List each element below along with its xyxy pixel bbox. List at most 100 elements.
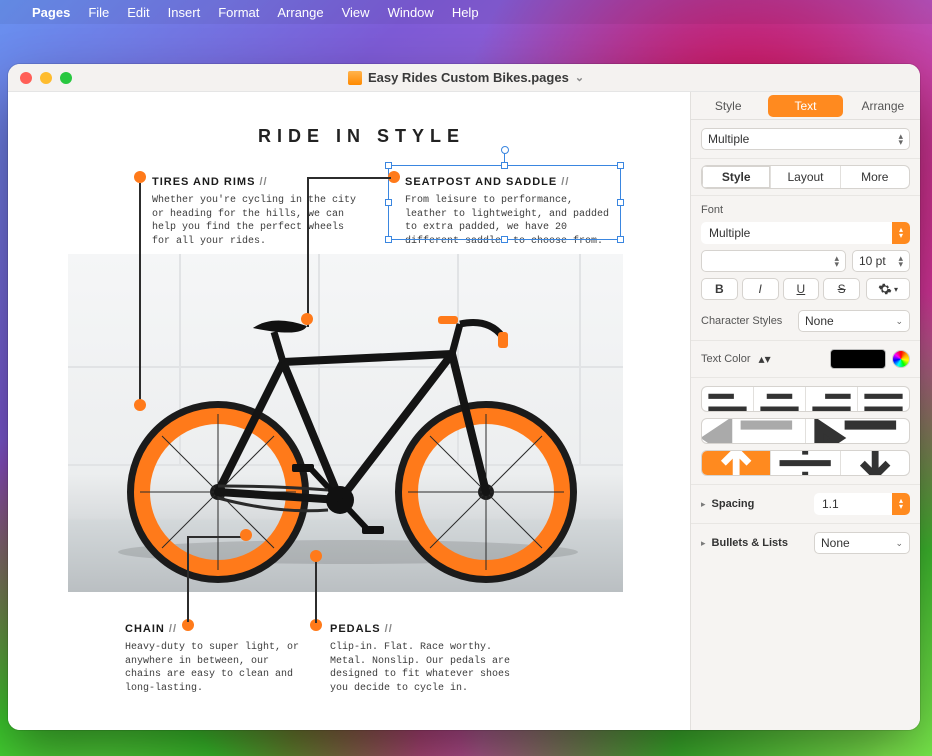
menu-insert[interactable]: Insert — [168, 5, 201, 20]
chevron-updown-icon: ▴▾ — [898, 133, 903, 145]
align-left-icon — [702, 386, 753, 412]
bold-button[interactable]: B — [701, 278, 738, 300]
strikethrough-button[interactable]: S — [823, 278, 860, 300]
menubar: Pages File Edit Insert Format Arrange Vi… — [0, 0, 932, 24]
callout-seatpost-title: SEATPOST AND SADDLE — [405, 176, 557, 188]
leader-line — [187, 536, 245, 538]
outdent-button[interactable] — [702, 419, 806, 443]
leader-line — [187, 536, 189, 622]
align-left-button[interactable] — [702, 387, 754, 411]
leader-dot — [240, 529, 252, 541]
callout-chain-title: CHAIN — [125, 623, 165, 635]
color-picker-button[interactable] — [892, 350, 910, 368]
callout-seatpost[interactable]: SEATPOST AND SADDLE // From leisure to p… — [405, 172, 620, 248]
horizontal-alignment — [701, 386, 910, 412]
tab-style[interactable]: Style — [691, 92, 765, 119]
character-styles-value: None — [805, 314, 834, 328]
align-center-button[interactable] — [754, 387, 806, 411]
font-label: Font — [701, 204, 910, 216]
document-icon — [348, 71, 362, 85]
callout-pedals-title: PEDALS — [330, 623, 381, 635]
chevron-updown-icon: ▴▾ — [892, 222, 910, 244]
window-title: Easy Rides Custom Bikes.pages — [368, 70, 569, 85]
leader-dot — [134, 399, 146, 411]
disclosure-triangle-icon[interactable]: ▸ — [701, 538, 706, 549]
chevron-down-icon: ⌄ — [895, 316, 903, 327]
slashes: // — [381, 623, 393, 635]
zoom-button[interactable] — [60, 72, 72, 84]
subtab-style[interactable]: Style — [702, 166, 771, 188]
leader-line — [315, 557, 317, 623]
font-size-stepper[interactable]: 10 pt ▴▾ — [852, 250, 910, 272]
text-subtabs: Style Layout More — [701, 165, 910, 189]
tab-arrange[interactable]: Arrange — [846, 92, 920, 119]
align-center-icon — [754, 386, 805, 412]
advanced-options-button[interactable]: ▾ — [866, 278, 910, 300]
menu-window[interactable]: Window — [388, 5, 434, 20]
bike-illustration — [68, 254, 623, 592]
character-styles-popup[interactable]: None ⌄ — [798, 310, 910, 332]
tab-text[interactable]: Text — [768, 95, 842, 117]
callout-tires-title: TIRES AND RIMS — [152, 176, 255, 188]
underline-button[interactable]: U — [783, 278, 820, 300]
bullets-value: None — [821, 536, 850, 550]
text-color-label: Text Color — [701, 353, 751, 365]
menu-view[interactable]: View — [342, 5, 370, 20]
slashes: // — [557, 176, 569, 188]
chevron-updown-icon: ▴▾ — [834, 255, 839, 267]
menu-help[interactable]: Help — [452, 5, 479, 20]
stepper-icon: ▴▾ — [898, 255, 903, 267]
bike-photo[interactable] — [68, 254, 623, 592]
page-heading[interactable]: RIDE IN STYLE — [258, 126, 465, 147]
close-button[interactable] — [20, 72, 32, 84]
font-typeface-popup[interactable]: ▴▾ — [701, 250, 846, 272]
font-family-popup[interactable]: Multiple ▴▾ — [701, 222, 910, 244]
pages-window: Easy Rides Custom Bikes.pages ⌄ RIDE IN … — [8, 64, 920, 730]
callout-tires[interactable]: TIRES AND RIMS // Whether you're cycling… — [152, 172, 362, 248]
spacing-popup[interactable]: 1.1 ▴▾ — [814, 493, 910, 515]
app-menu[interactable]: Pages — [32, 5, 70, 20]
subtab-more[interactable]: More — [841, 166, 909, 188]
leader-line — [139, 183, 141, 403]
spacing-label: Spacing — [712, 498, 755, 510]
valign-top-icon — [702, 450, 770, 476]
italic-button[interactable]: I — [742, 278, 779, 300]
vertical-alignment — [701, 450, 910, 476]
chevron-updown-icon: ▴▾ — [759, 352, 771, 366]
valign-middle-button[interactable] — [771, 451, 840, 475]
menu-file[interactable]: File — [88, 5, 109, 20]
paragraph-style-value: Multiple — [708, 132, 749, 146]
menu-format[interactable]: Format — [218, 5, 259, 20]
leader-dot — [134, 171, 146, 183]
slashes: // — [165, 623, 177, 635]
align-justify-button[interactable] — [858, 387, 909, 411]
leader-line — [307, 177, 309, 327]
indent-button[interactable] — [806, 419, 909, 443]
valign-bottom-button[interactable] — [841, 451, 909, 475]
menu-edit[interactable]: Edit — [127, 5, 149, 20]
chevron-down-icon: ⌄ — [895, 538, 903, 549]
leader-line — [307, 177, 391, 179]
valign-bottom-icon — [841, 450, 909, 476]
callout-seatpost-body: From leisure to performance, leather to … — [405, 194, 620, 248]
slashes: // — [255, 176, 267, 188]
subtab-layout[interactable]: Layout — [771, 166, 840, 188]
leader-dot — [310, 550, 322, 562]
document-canvas[interactable]: RIDE IN STYLE TIRES AND RIMS // Whether … — [8, 92, 690, 730]
outdent-icon — [702, 418, 805, 444]
disclosure-triangle-icon[interactable]: ▸ — [701, 499, 706, 510]
valign-middle-icon — [771, 450, 839, 476]
valign-top-button[interactable] — [702, 451, 771, 475]
bullets-popup[interactable]: None ⌄ — [814, 532, 910, 554]
title-menu-chevron[interactable]: ⌄ — [575, 71, 584, 84]
callout-pedals[interactable]: PEDALS // Clip-in. Flat. Race worthy. Me… — [330, 619, 520, 695]
paragraph-style-popup[interactable]: Multiple ▴▾ — [701, 128, 910, 150]
callout-chain[interactable]: CHAIN // Heavy-duty to super light, or a… — [125, 619, 305, 695]
spacing-value: 1.1 — [814, 497, 839, 511]
bullets-label: Bullets & Lists — [712, 537, 788, 549]
menu-arrange[interactable]: Arrange — [277, 5, 323, 20]
text-color-well[interactable] — [830, 349, 886, 369]
align-right-button[interactable] — [806, 387, 858, 411]
chevron-updown-icon: ▴▾ — [892, 493, 910, 515]
minimize-button[interactable] — [40, 72, 52, 84]
